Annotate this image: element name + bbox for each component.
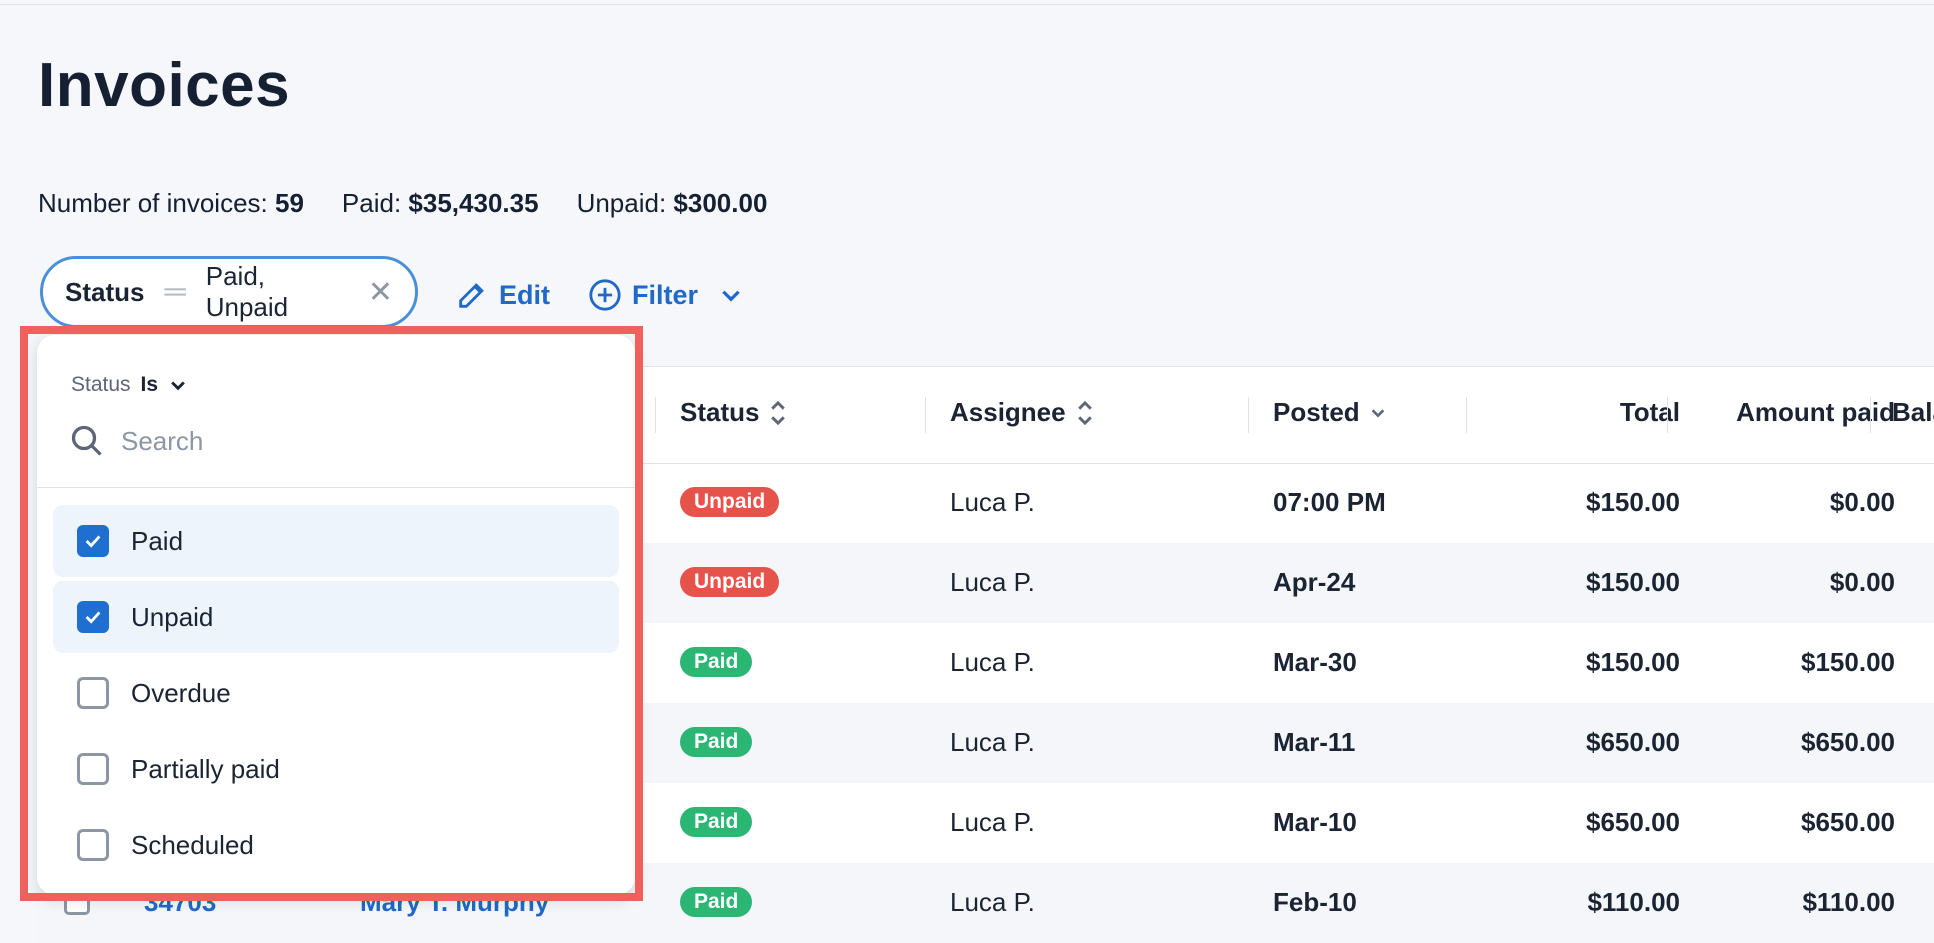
- checkbox-unchecked[interactable]: [77, 753, 109, 785]
- total-cell: $110.00: [1587, 887, 1680, 917]
- stat-paid: Paid: $35,430.35: [341, 188, 539, 218]
- chevron-down-icon: [722, 290, 740, 302]
- clear-filter-icon[interactable]: ✕: [368, 275, 393, 310]
- checkbox-unchecked[interactable]: [77, 829, 109, 861]
- amount-paid-cell: $110.00: [1802, 887, 1895, 917]
- column-header-balance[interactable]: Bala: [1892, 397, 1934, 428]
- column-header-posted[interactable]: Posted: [1273, 397, 1386, 428]
- stat-invoice-count: Number of invoices: 59: [38, 188, 304, 218]
- checkbox-unchecked[interactable]: [77, 677, 109, 709]
- chevron-down-icon: [171, 381, 185, 391]
- column-header-amount-paid[interactable]: Amount paid: [1691, 397, 1895, 428]
- posted-cell: 07:00 PM: [1273, 487, 1386, 517]
- assignee-cell: Luca P.: [950, 727, 1035, 757]
- amount-paid-cell: $650.00: [1801, 727, 1895, 757]
- option-unpaid[interactable]: Unpaid: [53, 581, 619, 653]
- assignee-cell: Luca P.: [950, 567, 1035, 597]
- equals-icon: ═: [164, 275, 186, 308]
- amount-paid-cell: $0.00: [1829, 567, 1895, 597]
- posted-cell: Mar-11: [1273, 727, 1356, 757]
- checkbox-checked[interactable]: [77, 601, 109, 633]
- status-filter-dropdown: Status Is Search Paid Unpaid Overdue Par…: [37, 335, 635, 895]
- sort-icon: [771, 400, 786, 425]
- top-border: [0, 0, 1934, 5]
- filter-field-label: Status: [65, 276, 145, 307]
- operator-selector[interactable]: Status Is: [71, 373, 188, 397]
- status-badge: Unpaid: [680, 487, 780, 517]
- posted-cell: Feb-10: [1273, 887, 1357, 917]
- option-paid[interactable]: Paid: [53, 505, 619, 577]
- option-overdue[interactable]: Overdue: [53, 657, 619, 729]
- column-header-assignee[interactable]: Assignee: [950, 397, 1094, 428]
- search-input[interactable]: Search: [69, 423, 203, 459]
- status-badge: Unpaid: [680, 567, 780, 597]
- plus-circle-icon: [589, 279, 621, 311]
- total-cell: $650.00: [1586, 727, 1680, 757]
- amount-paid-cell: $0.00: [1829, 487, 1895, 517]
- status-badge: Paid: [680, 807, 753, 837]
- posted-cell: Mar-30: [1273, 647, 1357, 677]
- stat-unpaid: Unpaid: $300.00: [576, 188, 768, 218]
- filter-button[interactable]: Filter: [588, 278, 744, 312]
- posted-cell: Mar-10: [1273, 807, 1357, 837]
- check-icon: [85, 535, 101, 548]
- assignee-cell: Luca P.: [950, 647, 1035, 677]
- column-header-status[interactable]: Status: [680, 397, 787, 428]
- status-badge: Paid: [680, 887, 753, 917]
- option-scheduled[interactable]: Scheduled: [53, 809, 619, 881]
- assignee-cell: Luca P.: [950, 807, 1035, 837]
- pencil-icon: [459, 283, 484, 308]
- invoice-stats: Number of invoices: 59 Paid: $35,430.35 …: [38, 188, 767, 219]
- amount-paid-cell: $150.00: [1801, 647, 1895, 677]
- column-header-total[interactable]: Total: [1493, 397, 1680, 428]
- check-icon: [85, 611, 101, 624]
- assignee-cell: Luca P.: [950, 887, 1035, 917]
- page-title: Invoices: [38, 51, 291, 120]
- posted-cell: Apr-24: [1273, 567, 1356, 597]
- option-partially-paid[interactable]: Partially paid: [53, 733, 619, 805]
- search-icon: [71, 425, 102, 456]
- status-filter-pill[interactable]: Status ═ Paid, Unpaid ✕: [40, 256, 418, 328]
- status-badge: Paid: [680, 647, 753, 677]
- sort-down-icon: [1371, 408, 1384, 418]
- divider: [37, 487, 635, 488]
- status-badge: Paid: [680, 727, 753, 757]
- edit-button[interactable]: Edit: [455, 278, 550, 312]
- filter-value: Paid, Unpaid: [205, 261, 289, 322]
- total-cell: $650.00: [1586, 807, 1680, 837]
- total-cell: $150.00: [1586, 647, 1680, 677]
- checkbox-checked[interactable]: [77, 525, 109, 557]
- total-cell: $150.00: [1586, 567, 1680, 597]
- assignee-cell: Luca P.: [950, 487, 1035, 517]
- sort-icon: [1077, 400, 1092, 425]
- amount-paid-cell: $650.00: [1801, 807, 1895, 837]
- total-cell: $150.00: [1586, 487, 1680, 517]
